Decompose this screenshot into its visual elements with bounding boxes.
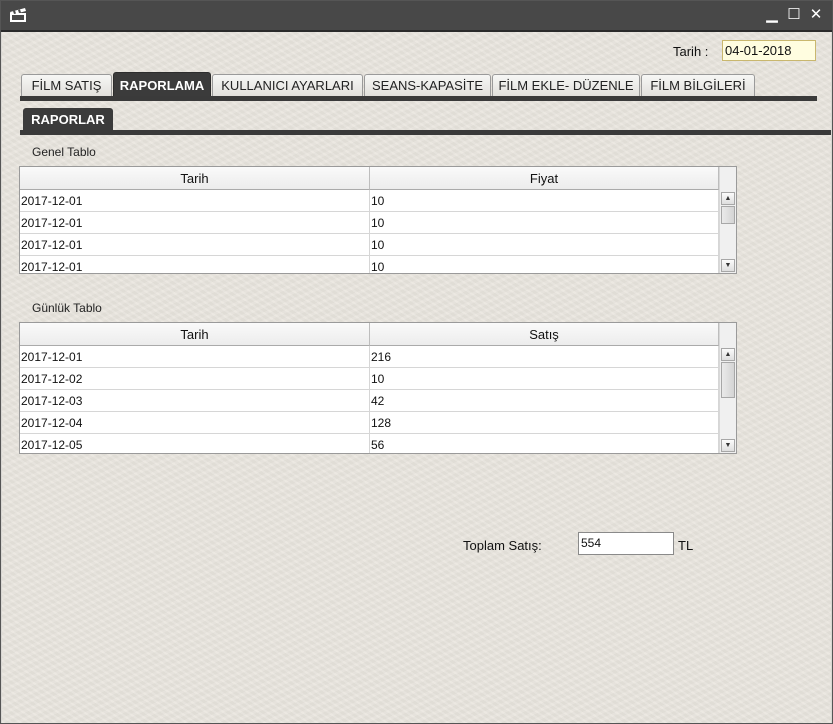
tab-raporlar[interactable]: RAPORLAR xyxy=(23,108,113,131)
tab-kullanici-ayarlari[interactable]: KULLANICI AYARLARI xyxy=(212,74,363,96)
tab-film-ekle-duzenle[interactable]: FİLM EKLE- DÜZENLE xyxy=(492,74,640,96)
gunluk-scrollbar[interactable]: ▲ ▼ xyxy=(719,323,736,453)
subtab-divider xyxy=(20,130,831,135)
table-row[interactable]: 2017-12-04 128 xyxy=(20,412,719,434)
cell-tarih: 2017-12-04 xyxy=(20,412,370,434)
cell-tarih: 2017-12-01 xyxy=(20,256,370,273)
table-row[interactable]: 2017-12-02 10 xyxy=(20,368,719,390)
scroll-down-arrow-icon[interactable]: ▼ xyxy=(721,439,735,452)
table-row[interactable]: 2017-12-01 10 xyxy=(20,212,719,234)
maximize-button[interactable]: ☐ xyxy=(786,7,802,23)
table-row[interactable]: 2017-12-01 10 xyxy=(20,234,719,256)
tab-seans-kapasite[interactable]: SEANS-KAPASİTE xyxy=(364,74,491,96)
tab-film-bilgileri[interactable]: FİLM BİLGİLERİ xyxy=(641,74,755,96)
cell-satis: 216 xyxy=(370,346,719,368)
column-header-satis[interactable]: Satış xyxy=(370,323,719,346)
total-sales-field[interactable]: 554 xyxy=(578,532,674,555)
gunluk-table: Tarih Satış 2017-12-01 216 2017-12-02 10… xyxy=(19,322,737,454)
clapperboard-icon xyxy=(10,8,26,22)
table-row[interactable]: 2017-12-01 10 xyxy=(20,256,719,273)
cell-satis: 10 xyxy=(370,368,719,390)
tab-raporlama[interactable]: RAPORLAMA xyxy=(113,72,211,96)
column-header-tarih[interactable]: Tarih xyxy=(20,323,370,346)
table-row[interactable]: 2017-12-03 42 xyxy=(20,390,719,412)
currency-label: TL xyxy=(678,538,694,553)
scroll-thumb[interactable] xyxy=(721,206,735,224)
column-header-fiyat[interactable]: Fiyat xyxy=(370,167,719,190)
gunluk-table-title: Günlük Tablo xyxy=(32,301,102,315)
app-window: ▁ ☐ ✕ Tarih : FİLM SATIŞ RAPORLAMA KULLA… xyxy=(0,0,833,724)
cell-tarih: 2017-12-03 xyxy=(20,390,370,412)
cell-tarih: 2017-12-02 xyxy=(20,368,370,390)
cell-satis: 56 xyxy=(370,434,719,453)
cell-tarih: 2017-12-01 xyxy=(20,234,370,256)
table-row[interactable]: 2017-12-01 10 xyxy=(20,190,719,212)
cell-tarih: 2017-12-01 xyxy=(20,212,370,234)
scroll-thumb[interactable] xyxy=(721,362,735,398)
cell-tarih: 2017-12-01 xyxy=(20,346,370,368)
cell-satis: 42 xyxy=(370,390,719,412)
genel-scrollbar[interactable]: ▲ ▼ xyxy=(719,167,736,273)
table-header: Tarih Satış xyxy=(20,323,719,346)
date-label: Tarih : xyxy=(673,44,709,59)
scroll-down-arrow-icon[interactable]: ▼ xyxy=(721,259,735,272)
minimize-button[interactable]: ▁ xyxy=(764,7,780,23)
cell-tarih: 2017-12-01 xyxy=(20,190,370,212)
cell-fiyat: 10 xyxy=(370,190,719,212)
genel-table: Tarih Fiyat 2017-12-01 10 2017-12-01 10 … xyxy=(19,166,737,274)
genel-table-title: Genel Tablo xyxy=(32,145,96,159)
table-header: Tarih Fiyat xyxy=(20,167,719,190)
date-input[interactable] xyxy=(722,40,816,61)
tab-divider xyxy=(20,96,817,101)
tab-film-satis[interactable]: FİLM SATIŞ xyxy=(21,74,112,96)
table-row[interactable]: 2017-12-05 56 xyxy=(20,434,719,453)
cell-fiyat: 10 xyxy=(370,256,719,273)
column-header-tarih[interactable]: Tarih xyxy=(20,167,370,190)
total-sales-label: Toplam Satış: xyxy=(463,538,542,553)
scroll-up-arrow-icon[interactable]: ▲ xyxy=(721,348,735,361)
scroll-up-arrow-icon[interactable]: ▲ xyxy=(721,192,735,205)
close-button[interactable]: ✕ xyxy=(808,7,824,23)
table-row[interactable]: 2017-12-01 216 xyxy=(20,346,719,368)
cell-fiyat: 10 xyxy=(370,234,719,256)
cell-satis: 128 xyxy=(370,412,719,434)
client-area: Tarih : FİLM SATIŞ RAPORLAMA KULLANICI A… xyxy=(2,32,831,723)
cell-fiyat: 10 xyxy=(370,212,719,234)
cell-tarih: 2017-12-05 xyxy=(20,434,370,453)
title-bar: ▁ ☐ ✕ xyxy=(1,1,832,32)
